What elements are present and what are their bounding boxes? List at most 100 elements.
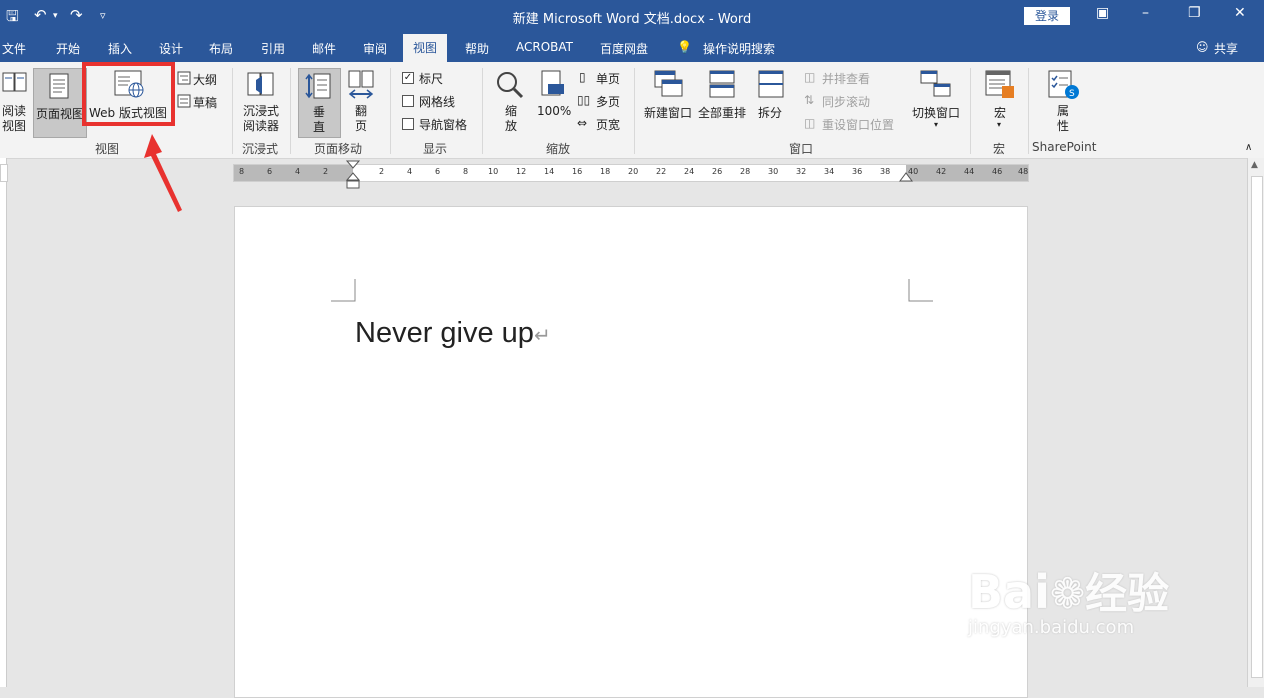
highlight-box — [82, 62, 175, 126]
ruler-number: 22 — [656, 167, 667, 176]
print-layout-button[interactable]: 页面视图 — [33, 68, 87, 138]
close-icon[interactable]: ✕ — [1234, 5, 1246, 21]
collapse-ribbon-icon[interactable]: ∧ — [1245, 142, 1252, 153]
navigation-pane-label: 导航窗格 — [419, 118, 468, 132]
ruler-number: 16 — [572, 167, 583, 176]
tab-layout[interactable]: 布局 — [209, 40, 233, 57]
tab-acrobat[interactable]: ACROBAT — [516, 40, 573, 54]
ruler-number: 2 — [323, 167, 329, 176]
properties-button[interactable]: 属 性 — [1057, 104, 1069, 134]
tell-me-search[interactable]: 操作说明搜索 — [703, 40, 775, 57]
tab-file[interactable]: 文件 — [2, 40, 26, 57]
one-page-button[interactable]: 单页 — [596, 70, 620, 87]
group-label-zoom: 缩放 — [546, 142, 571, 156]
page-width-icon: ⇔ — [577, 116, 588, 130]
multiple-pages-icon: ▯▯ — [577, 93, 591, 107]
group-label-window: 窗口 — [789, 142, 814, 156]
ribbon-tabs: 文件 开始 插入 设计 布局 引用 邮件 审阅 视图 帮助 ACROBAT 百度… — [0, 34, 1264, 62]
tab-review[interactable]: 审阅 — [363, 40, 387, 57]
watermark-url: jingyan.baidu.com — [968, 617, 1135, 638]
indent-markers-icon[interactable] — [346, 160, 360, 190]
zoom-icon — [497, 72, 524, 99]
page-width-button[interactable]: 页宽 — [596, 116, 620, 133]
tab-home[interactable]: 开始 — [56, 40, 80, 57]
view-side-by-side-button[interactable]: 并排查看 — [822, 70, 870, 87]
read-mode-button[interactable]: 阅读 视图 — [2, 104, 26, 134]
print-layout-icon — [49, 73, 69, 99]
ruler-number: 8 — [463, 167, 469, 176]
gridlines-checkbox[interactable] — [402, 95, 414, 107]
ruler-number: 10 — [488, 167, 499, 176]
scrollbar-thumb[interactable] — [1251, 176, 1263, 678]
tab-selector[interactable] — [0, 164, 8, 182]
ruler-label: 标尺 — [419, 72, 444, 86]
document-paragraph[interactable]: Never give up — [355, 317, 534, 349]
tab-baidu-netdisk[interactable]: 百度网盘 — [600, 40, 648, 57]
ruler-number: 44 — [964, 167, 975, 176]
document-text[interactable]: Never give up↵ — [355, 317, 551, 350]
share-button[interactable]: 共享 — [1214, 40, 1238, 57]
group-separator — [482, 68, 483, 154]
document-page[interactable]: Never give up↵ — [234, 206, 1028, 698]
right-indent-marker-icon[interactable] — [899, 170, 913, 182]
watermark-brand2: 经验 — [1085, 569, 1170, 618]
draft-button[interactable]: 草稿 — [193, 94, 217, 111]
paragraph-mark-icon: ↵ — [533, 325, 551, 347]
tab-insert[interactable]: 插入 — [108, 40, 132, 57]
zoom-button[interactable]: 缩 放 — [505, 104, 517, 134]
tab-help[interactable]: 帮助 — [465, 40, 489, 57]
ribbon-display-options-icon[interactable]: ▣ — [1096, 5, 1109, 21]
side-to-side-button[interactable]: 翻 页 — [355, 104, 367, 134]
group-label-immersive: 沉浸式 — [242, 142, 279, 156]
zoom-100-button[interactable]: 100% — [537, 104, 571, 118]
macros-button[interactable]: 宏 — [994, 104, 1006, 121]
ruler-number: 4 — [407, 167, 413, 176]
switch-windows-icon — [920, 70, 951, 97]
vertical-scrollbar[interactable]: ▲ — [1247, 158, 1264, 687]
immersive-reader-icon — [247, 72, 274, 96]
share-icon[interactable]: ☺ — [1196, 40, 1209, 54]
minimize-icon[interactable]: – — [1142, 5, 1149, 21]
ruler-number: 26 — [712, 167, 723, 176]
ruler-number: 28 — [740, 167, 751, 176]
tab-design[interactable]: 设计 — [159, 40, 183, 57]
tab-view[interactable]: 视图 — [403, 34, 448, 62]
title-bar: 🖫 ↶ ▾ ↷ ▿ 新建 Microsoft Word 文档.docx - Wo… — [0, 0, 1264, 34]
ruler-number: 36 — [852, 167, 863, 176]
navigation-pane-checkbox[interactable] — [402, 118, 414, 130]
ruler-checkbox[interactable]: ✓ — [402, 72, 414, 84]
login-button[interactable]: 登录 — [1024, 7, 1070, 25]
group-separator — [1028, 68, 1029, 154]
ruler-number: 46 — [992, 167, 1003, 176]
immersive-reader-button[interactable]: 沉浸式 阅读器 — [243, 104, 279, 134]
tab-references[interactable]: 引用 — [261, 40, 285, 57]
ruler-number: 18 — [600, 167, 611, 176]
ruler-number: 24 — [684, 167, 695, 176]
multiple-pages-button[interactable]: 多页 — [596, 93, 620, 110]
ruler-number: 38 — [880, 167, 891, 176]
outline-button[interactable]: 大纲 — [193, 71, 217, 88]
new-window-button[interactable]: 新建窗口 — [644, 104, 692, 121]
ruler-number: 8 — [239, 167, 245, 176]
reset-window-position-button[interactable]: 重设窗口位置 — [822, 116, 894, 133]
tab-mailings[interactable]: 邮件 — [312, 40, 336, 57]
view-side-by-side-icon: ◫ — [804, 70, 816, 84]
ruler-number: 34 — [824, 167, 835, 176]
watermark-brand: Bai — [968, 565, 1050, 619]
gridlines-label: 网格线 — [419, 95, 456, 109]
vertical-button[interactable]: 垂 直 — [298, 68, 341, 138]
sync-scroll-button[interactable]: 同步滚动 — [822, 93, 870, 110]
ruler-number: 6 — [435, 167, 441, 176]
switch-windows-button[interactable]: 切换窗口 — [912, 104, 960, 121]
arrange-all-button[interactable]: 全部重排 — [698, 104, 746, 121]
scroll-up-icon[interactable]: ▲ — [1251, 160, 1258, 170]
margin-corner-mark — [331, 279, 356, 302]
split-button[interactable]: 拆分 — [758, 104, 782, 121]
ruler-number: 32 — [796, 167, 807, 176]
new-window-icon — [654, 70, 683, 97]
ruler-number: 48 — [1018, 167, 1029, 176]
window-title: 新建 Microsoft Word 文档.docx - Word — [512, 12, 752, 27]
restore-icon[interactable]: ❐ — [1188, 5, 1201, 21]
draft-icon — [177, 94, 191, 108]
group-label-show: 显示 — [423, 142, 448, 156]
